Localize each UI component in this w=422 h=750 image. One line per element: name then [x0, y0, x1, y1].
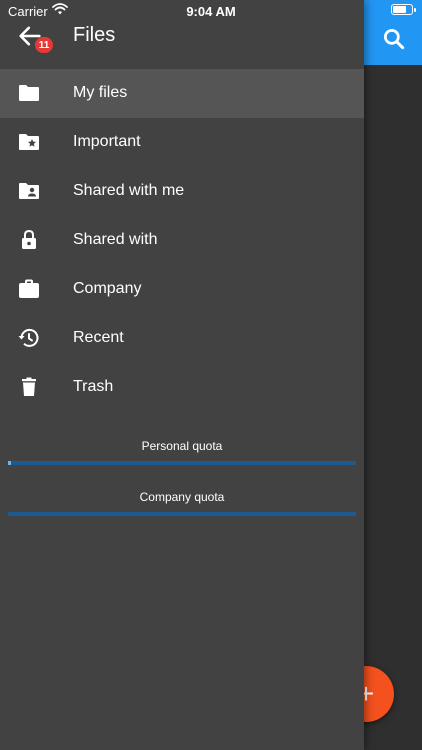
search-button[interactable] [381, 26, 407, 52]
history-icon [18, 328, 39, 347]
drawer-title: Files [73, 24, 116, 46]
menu-item-label: Recent [73, 329, 124, 346]
menu-item-recent[interactable]: Recent [0, 314, 364, 363]
menu-item-shared-with-me[interactable]: Shared with me [0, 167, 364, 216]
folder-shared-icon [19, 183, 39, 199]
menu-item-shared-with[interactable]: Shared with [0, 216, 364, 265]
briefcase-icon [19, 279, 39, 298]
clock: 9:04 AM [186, 4, 236, 19]
notification-badge: 11 [35, 37, 53, 53]
trash-icon [22, 377, 36, 396]
menu-item-company[interactable]: Company [0, 265, 364, 314]
folder-icon [19, 85, 39, 101]
status-bar: Carrier 9:04 AM [0, 0, 422, 22]
menu-item-label: Shared with me [73, 182, 185, 199]
personal-quota-fill [8, 461, 12, 465]
menu-item-important[interactable]: Important [0, 118, 364, 167]
menu-item-label: Shared with [73, 231, 158, 248]
personal-quota-bar [8, 461, 356, 465]
battery-fill [393, 6, 406, 13]
folder-star-icon [19, 134, 39, 150]
menu-item-label: Company [73, 280, 142, 297]
company-quota: Company quota [8, 490, 356, 516]
drawer-menu: My files Important Shared with me Shared… [0, 69, 364, 412]
lock-icon [22, 229, 36, 249]
menu-item-label: Important [73, 133, 141, 150]
battery-icon [391, 4, 416, 15]
company-quota-label: Company quota [139, 490, 225, 504]
menu-item-label: My files [73, 84, 128, 101]
personal-quota: Personal quota [8, 439, 356, 465]
search-icon [383, 28, 405, 50]
menu-item-label: Trash [73, 378, 114, 395]
menu-item-my-files[interactable]: My files [0, 69, 364, 118]
navigation-drawer: 11 Files My files Important Shared with … [0, 0, 364, 750]
menu-item-trash[interactable]: Trash [0, 363, 364, 412]
personal-quota-label: Personal quota [141, 439, 223, 453]
company-quota-bar [8, 512, 356, 516]
